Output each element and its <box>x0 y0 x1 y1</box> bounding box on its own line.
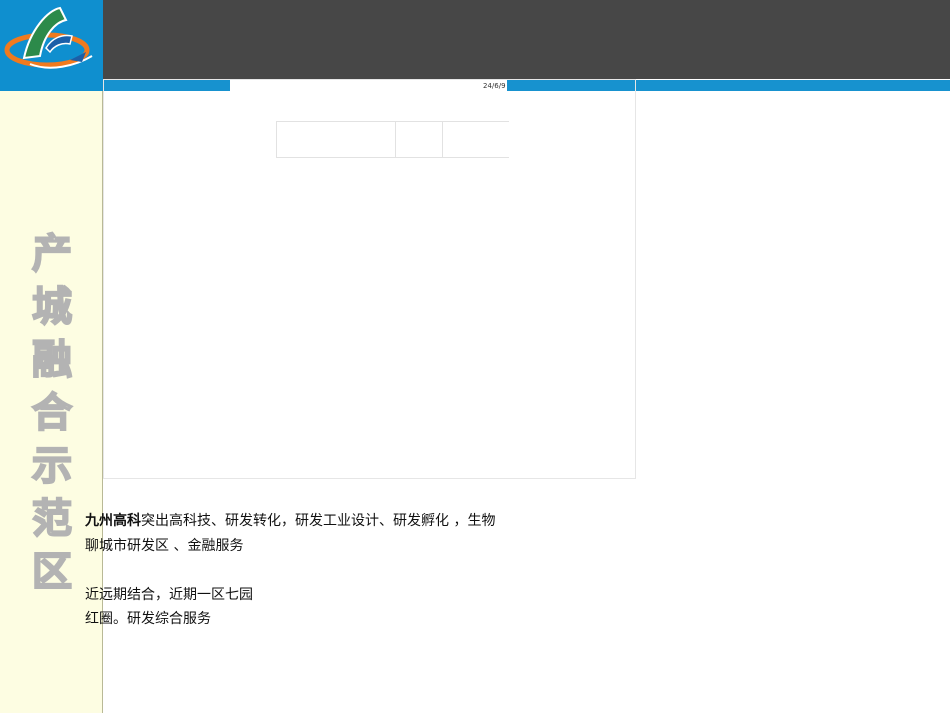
title-char: 区 <box>31 548 73 596</box>
company-logo-icon <box>4 6 93 69</box>
header-bar <box>103 0 950 79</box>
text-line: 红圈。研发综合服务 <box>85 611 211 627</box>
slide-date: 24/6/9 <box>483 82 506 90</box>
empty-table <box>276 121 509 158</box>
title-char: 融 <box>31 336 73 384</box>
title-char: 范 <box>31 495 73 543</box>
text-line: 聊城市研发区 、金融服务 <box>85 537 244 554</box>
title-char: 合 <box>31 389 73 437</box>
text-line: 近远期结合，近期一区七园 <box>85 586 253 603</box>
body-text: 九州高科突出高科技、研发转化，研发工业设计、研发孵化 ，生物 聊城市研发区 、金… <box>85 509 605 632</box>
company-name: 九州高科 <box>85 513 141 529</box>
title-char: 示 <box>31 442 73 490</box>
text-line: 九州高科突出高科技、研发转化，研发工业设计、研发孵化 ，生物 <box>85 509 605 534</box>
vertical-title: 产 城 融 合 示 范 区 <box>28 228 76 599</box>
table-cell <box>277 122 396 157</box>
table-cell <box>443 122 509 157</box>
table-cell <box>396 122 443 157</box>
text-span: 突出高科技、研发转化，研发工业设计、研发孵化 ，生物 <box>141 513 496 529</box>
logo-panel <box>0 0 103 91</box>
title-char: 城 <box>31 283 73 331</box>
title-char: 产 <box>31 230 73 278</box>
